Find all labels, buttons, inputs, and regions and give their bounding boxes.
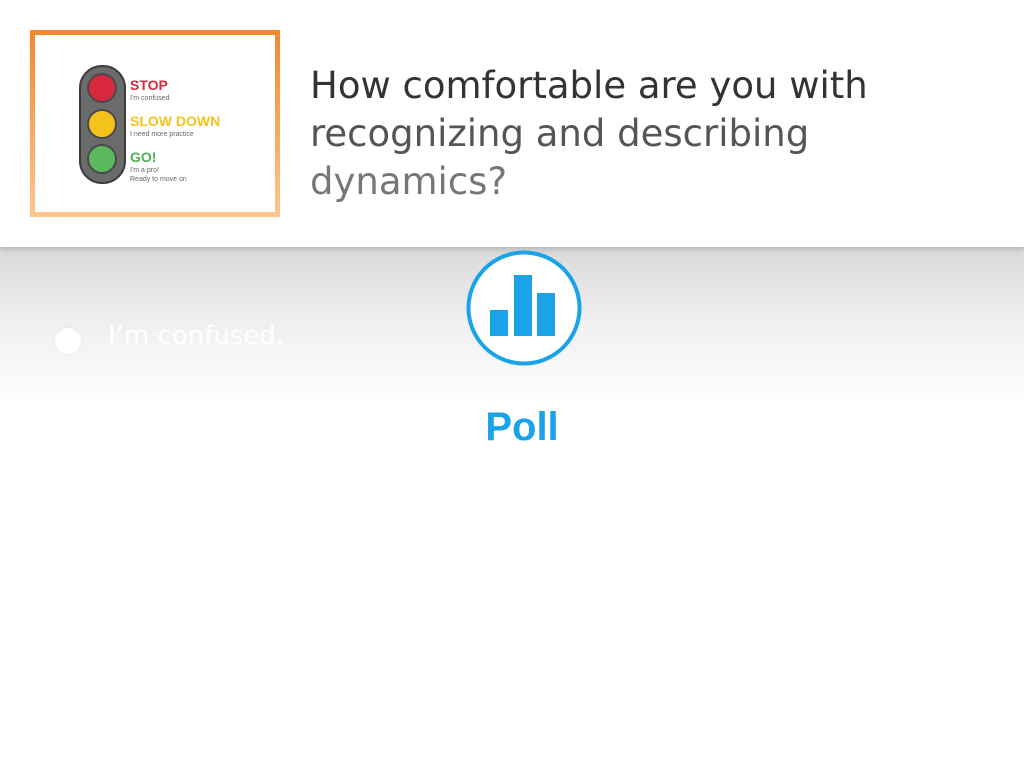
bar-chart-icon[interactable] [466,250,582,366]
question-line: dynamics? [310,160,508,203]
go-subtitle-line2: Ready to move on [130,176,187,183]
question-header: STOP I'm confused SLOW DOWN I need more … [0,0,1024,247]
poll-slide: STOP I'm confused SLOW DOWN I need more … [0,0,1024,768]
stop-title: STOP [130,77,168,93]
green-light-icon [87,144,117,174]
red-light-icon [87,73,117,103]
question-line: How comfortable are you with [310,64,868,107]
go-subtitle-line1: I'm a pro! [130,167,159,174]
traffic-light-image: STOP I'm confused SLOW DOWN I need more … [30,30,280,217]
slow-down-subtitle: I need more practice [130,131,194,138]
slow-down-title: SLOW DOWN [130,113,220,129]
option-label: I’m confused. [108,321,285,351]
yellow-light-icon [87,109,117,139]
option-im-confused[interactable]: I’m confused. [55,318,284,354]
option-radio[interactable] [55,328,81,354]
stop-subtitle: I'm confused [130,95,170,102]
go-title: GO! [130,149,156,165]
poll-label[interactable]: Poll [462,405,582,450]
question-text: How comfortable are you with recognizing… [310,62,970,206]
traffic-light-icon: STOP I'm confused SLOW DOWN I need more … [79,65,220,184]
question-line: recognizing and describing [310,112,810,155]
